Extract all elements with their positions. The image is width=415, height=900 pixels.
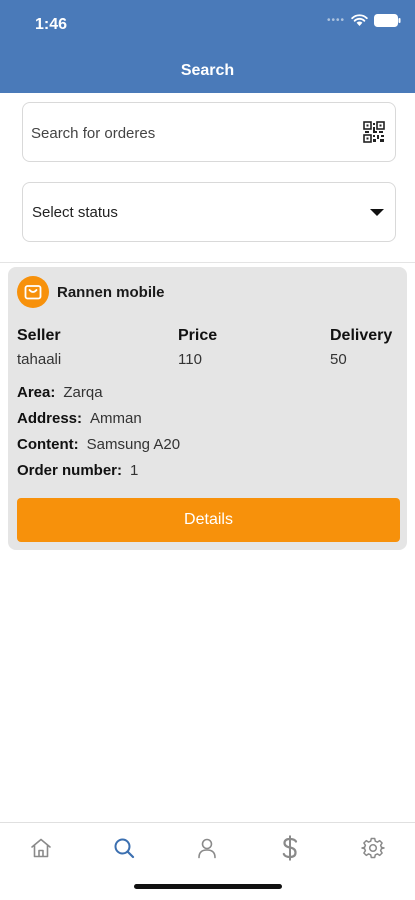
price-label: Price — [178, 327, 218, 344]
tab-home[interactable] — [26, 833, 56, 863]
wifi-icon — [351, 14, 368, 26]
order-number-value: 1 — [130, 462, 139, 479]
status-icons: •••• — [327, 14, 401, 27]
gear-icon — [361, 837, 385, 859]
seller-value: tahaali — [17, 351, 62, 368]
page-title: Search — [180, 62, 235, 79]
tab-search[interactable] — [109, 833, 139, 863]
address-label: Address: — [17, 410, 83, 427]
content-row: Content: Samsung A20 — [17, 436, 180, 453]
shop-name: Rannen mobile — [57, 284, 165, 301]
signal-icon: •••• — [326, 15, 345, 26]
tab-settings[interactable] — [358, 833, 388, 863]
user-icon — [198, 838, 216, 859]
delivery-label: Delivery — [330, 327, 393, 344]
search-input[interactable] — [31, 117, 351, 149]
divider — [0, 262, 415, 263]
dollar-icon — [282, 835, 298, 861]
delivery-value: 50 — [330, 351, 347, 368]
order-number-row: Order number: 1 — [17, 462, 138, 479]
area-label: Area: — [17, 384, 56, 401]
order-number-label: Order number: — [17, 462, 123, 479]
home-indicator — [134, 884, 282, 889]
address-value: Amman — [90, 410, 142, 427]
tab-payments[interactable] — [275, 833, 305, 863]
search-icon — [114, 838, 135, 859]
caret-down-icon — [370, 209, 384, 216]
area-row: Area: Zarqa — [17, 384, 103, 401]
order-card: Rannen mobile Seller tahaali Price 110 D… — [8, 267, 407, 550]
tab-profile[interactable] — [192, 833, 222, 863]
address-row: Address: Amman — [17, 410, 142, 427]
seller-label: Seller — [17, 327, 61, 344]
shop-bag-icon — [17, 276, 49, 308]
search-field[interactable] — [22, 102, 396, 162]
area-value: Zarqa — [63, 384, 103, 401]
qr-code-icon[interactable] — [363, 121, 385, 143]
app-header: 1:46 •••• Search — [0, 0, 415, 93]
content-value: Samsung A20 — [86, 436, 181, 453]
details-button[interactable]: Details — [17, 498, 400, 542]
home-icon — [31, 838, 51, 858]
battery-icon — [374, 14, 401, 27]
status-time: 1:46 — [35, 16, 68, 33]
status-select[interactable]: Select status — [22, 182, 396, 242]
status-select-label: Select status — [32, 204, 118, 221]
content-label: Content: — [17, 436, 79, 453]
price-value: 110 — [178, 351, 202, 368]
